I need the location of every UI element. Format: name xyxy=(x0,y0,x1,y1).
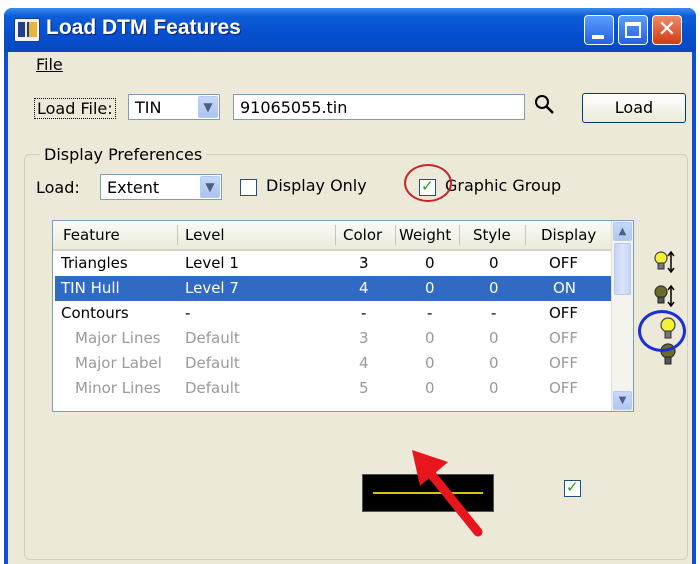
column-header-level[interactable]: Level xyxy=(185,226,225,244)
cell-display[interactable]: OFF xyxy=(549,254,578,272)
cell-color: 4 xyxy=(359,354,369,372)
cell-color: 5 xyxy=(359,379,369,397)
column-header-color[interactable]: Color xyxy=(343,226,382,244)
chevron-down-icon[interactable]: ▼ xyxy=(200,176,220,198)
load-dtm-features-window: Load DTM Features ✕ File Load File: TIN … xyxy=(4,8,696,564)
cell-color: - xyxy=(361,304,367,322)
load-extent-dropdown[interactable]: Extent ▼ xyxy=(100,174,222,200)
cell-feature: Major Label xyxy=(75,354,162,372)
lightbulb-off-sort-icon[interactable] xyxy=(654,284,676,310)
column-header-display[interactable]: Display xyxy=(541,226,596,244)
scroll-up-button[interactable]: ▲ xyxy=(613,222,632,241)
cell-level: Default xyxy=(185,354,240,372)
table-header: Feature Level Color Weight Style Display xyxy=(53,221,613,251)
column-divider[interactable] xyxy=(459,225,460,245)
cell-level: Default xyxy=(185,329,240,347)
cell-color: 3 xyxy=(359,254,369,272)
chevron-down-icon[interactable]: ▼ xyxy=(198,96,218,118)
cell-weight: - xyxy=(427,304,433,322)
table-row[interactable]: Contours - - - - OFF xyxy=(55,301,611,326)
cell-color: 4 xyxy=(359,279,369,297)
column-divider[interactable] xyxy=(335,225,336,245)
cell-style: - xyxy=(491,304,497,322)
load-extent-value: Extent xyxy=(107,178,160,197)
column-header-weight[interactable]: Weight xyxy=(399,226,451,244)
minimize-button[interactable] xyxy=(584,15,614,45)
cell-feature: Triangles xyxy=(61,254,128,272)
cell-feature: Minor Lines xyxy=(75,379,161,397)
minimize-icon xyxy=(592,35,604,39)
column-divider[interactable] xyxy=(395,225,396,245)
column-divider[interactable] xyxy=(177,225,178,245)
cell-weight: 0 xyxy=(425,329,435,347)
cell-weight: 0 xyxy=(425,279,435,297)
column-header-feature[interactable]: Feature xyxy=(63,226,120,244)
window-title: Load DTM Features xyxy=(46,16,241,39)
cell-feature: Major Lines xyxy=(75,329,161,347)
cell-style: 0 xyxy=(489,379,499,397)
load-file-label: Load File: xyxy=(34,98,116,119)
dialog-client-area: File Load File: TIN ▼ Load Display Prefe… xyxy=(8,52,692,564)
cell-weight: 0 xyxy=(425,254,435,272)
column-divider[interactable] xyxy=(525,225,526,245)
cell-display[interactable]: ON xyxy=(553,279,576,297)
table-row-selected[interactable]: TIN Hull Level 7 4 0 0 ON xyxy=(55,276,611,301)
title-bar[interactable]: Load DTM Features ✕ xyxy=(4,8,696,52)
cell-display[interactable]: OFF xyxy=(549,329,578,347)
load-file-row: Load File: TIN ▼ Load xyxy=(8,88,692,128)
close-icon: ✕ xyxy=(657,17,677,42)
table-row[interactable]: Major Lines Default 3 0 0 OFF xyxy=(55,326,611,351)
load-extent-label: Load: xyxy=(36,178,80,197)
cell-level: Level 1 xyxy=(185,254,239,272)
cell-style: 0 xyxy=(489,354,499,372)
table-row[interactable]: Minor Lines Default 5 0 0 OFF xyxy=(55,376,611,401)
search-icon[interactable] xyxy=(534,94,556,116)
cell-level: Level 7 xyxy=(185,279,239,297)
display-only-checkbox[interactable] xyxy=(240,179,257,196)
cell-weight: 0 xyxy=(425,379,435,397)
cell-color: 3 xyxy=(359,329,369,347)
display-preferences-legend: Display Preferences xyxy=(40,145,207,164)
table-vertical-scrollbar[interactable]: ▲ ▼ xyxy=(611,221,633,411)
table-row[interactable]: Triangles Level 1 3 0 0 OFF xyxy=(55,251,611,276)
annotation-blue-circle xyxy=(638,310,686,352)
maximize-icon xyxy=(625,22,641,38)
menu-file[interactable]: File xyxy=(36,55,63,74)
table-row[interactable]: Major Label Default 4 0 0 OFF xyxy=(55,351,611,376)
cell-display[interactable]: OFF xyxy=(549,304,578,322)
close-button[interactable]: ✕ xyxy=(652,15,682,45)
cell-display[interactable]: OFF xyxy=(549,354,578,372)
cell-style: 0 xyxy=(489,279,499,297)
cell-feature: TIN Hull xyxy=(61,279,120,297)
features-table[interactable]: Feature Level Color Weight Style Display… xyxy=(52,220,634,412)
lightbulb-on-sort-icon[interactable] xyxy=(654,250,676,276)
graphic-group-label[interactable]: Graphic Group xyxy=(445,176,561,195)
filename-input[interactable] xyxy=(233,94,525,120)
cell-display[interactable]: OFF xyxy=(549,379,578,397)
cell-feature: Contours xyxy=(61,304,129,322)
annotation-red-arrow xyxy=(412,450,483,537)
file-type-dropdown[interactable]: TIN ▼ xyxy=(128,94,220,120)
cell-style: 0 xyxy=(489,329,499,347)
menu-bar: File xyxy=(8,52,692,78)
cell-weight: 0 xyxy=(425,354,435,372)
cell-level: - xyxy=(185,304,191,322)
maximize-button[interactable] xyxy=(618,15,648,45)
display-only-label[interactable]: Display Only xyxy=(266,176,367,195)
cell-level: Default xyxy=(185,379,240,397)
annotation-red-circle xyxy=(404,164,452,202)
column-header-style[interactable]: Style xyxy=(473,226,511,244)
display-checkbox[interactable] xyxy=(564,478,581,497)
load-button[interactable]: Load xyxy=(582,93,686,123)
app-icon xyxy=(14,18,40,42)
file-type-value: TIN xyxy=(135,98,162,117)
cell-style: 0 xyxy=(489,254,499,272)
scroll-thumb[interactable] xyxy=(614,243,631,295)
scroll-down-button[interactable]: ▼ xyxy=(613,391,632,410)
